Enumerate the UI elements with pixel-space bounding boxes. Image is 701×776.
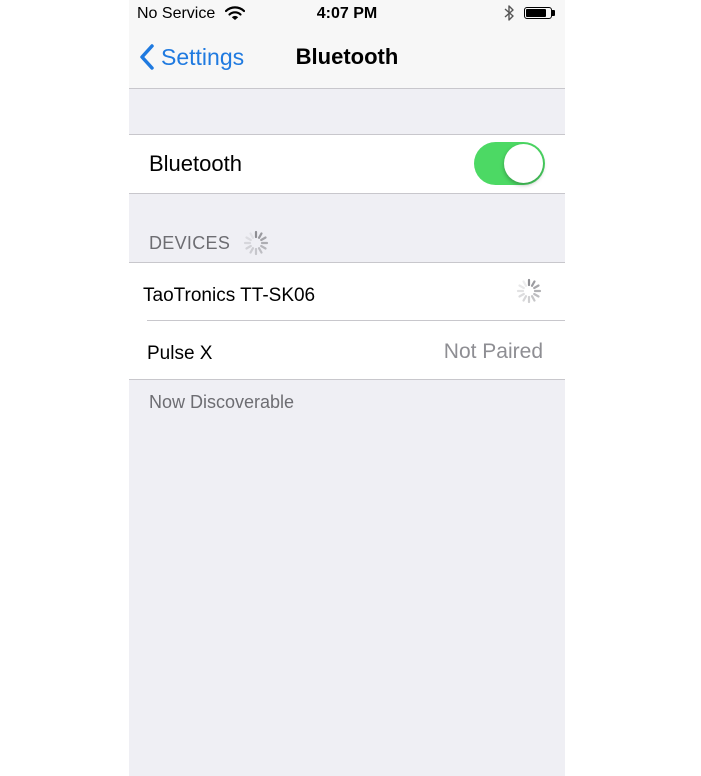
devices-header-label: DEVICES <box>149 232 231 253</box>
navigation-bar: Settings Bluetooth <box>129 28 565 88</box>
bluetooth-toggle-cell: Bluetooth <box>129 135 565 193</box>
device-status: Not Paired <box>443 340 543 363</box>
page-title: Bluetooth <box>295 44 399 69</box>
battery-icon <box>524 7 552 19</box>
loading-spinner-icon <box>244 230 269 256</box>
top-bar: No Service 4:07 PM Settings Bluetooth <box>129 0 565 89</box>
clock: 4:07 PM <box>316 5 378 22</box>
settings-screen: No Service 4:07 PM Settings Bluetooth Bl… <box>129 0 565 776</box>
battery-tip <box>552 10 555 16</box>
bluetooth-toggle-group: Bluetooth <box>129 134 565 194</box>
switch-knob <box>504 144 543 183</box>
devices-section-header: DEVICES <box>149 229 270 257</box>
bluetooth-switch[interactable] <box>474 142 545 185</box>
battery-level <box>526 9 547 17</box>
device-name: Pulse X <box>147 343 213 364</box>
discoverable-footer: Now Discoverable <box>149 392 295 412</box>
device-row-taotronics[interactable]: TaoTronics TT-SK06 <box>129 263 565 321</box>
devices-list: TaoTronics TT-SK06 Pulse X Not Paired <box>129 262 565 380</box>
bluetooth-toggle-label: Bluetooth <box>149 151 242 176</box>
device-name: TaoTronics TT-SK06 <box>143 285 316 306</box>
connecting-spinner-icon <box>516 278 542 304</box>
bluetooth-icon <box>504 5 514 21</box>
status-bar: No Service 4:07 PM <box>129 0 565 28</box>
device-row-pulse-x[interactable]: Pulse X Not Paired <box>129 321 565 379</box>
